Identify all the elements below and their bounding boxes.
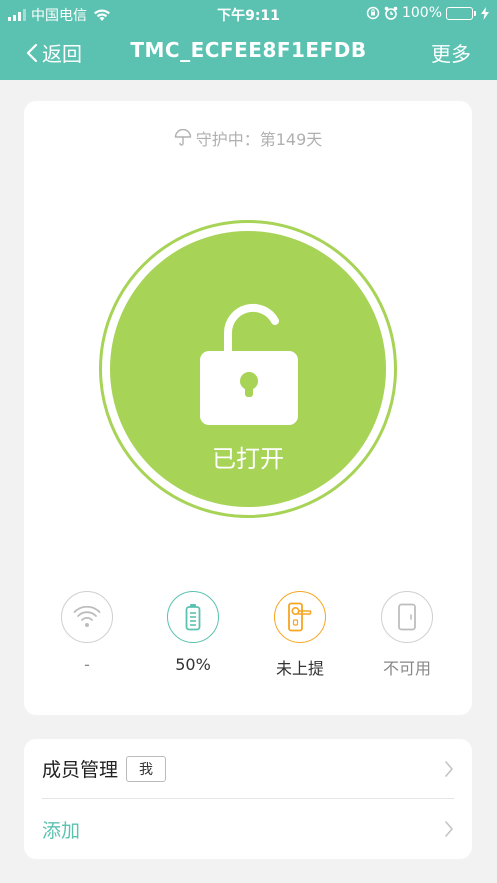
feature-label: 未上提	[275, 659, 324, 678]
feature-label: 不可用	[382, 659, 431, 678]
member-management-row[interactable]: 成员管理 我	[42, 739, 454, 799]
status-right: 100%	[366, 5, 489, 21]
member-management-label: 成员管理	[42, 759, 119, 781]
rotation-lock-icon	[366, 6, 380, 20]
guard-text: 守护中：第149天	[195, 130, 323, 149]
feature-label: 50%	[175, 655, 211, 674]
add-member-label: 添加	[42, 819, 81, 842]
add-member-row[interactable]: 添加	[42, 799, 454, 859]
me-badge: 我	[126, 755, 167, 782]
battery-status-icon	[446, 6, 476, 20]
header: 中国电信 下午9:11 100% 返回 TMC_ECFEE8F1EFDB 更多	[0, 0, 497, 80]
wifi-icon	[73, 606, 101, 627]
feature-row: - 50% 未上提 不可用	[24, 591, 472, 681]
wifi-circle	[61, 591, 113, 643]
chevron-right-icon	[445, 821, 453, 837]
nav-bar: 返回 TMC_ECFEE8F1EFDB 更多	[0, 30, 497, 74]
battery-circle	[167, 591, 219, 643]
guard-status: 守护中：第149天	[24, 126, 472, 150]
chevron-right-icon	[445, 761, 453, 777]
feature-battery[interactable]: 50%	[148, 591, 238, 674]
members-card: 成员管理 我 添加	[24, 739, 472, 859]
feature-label: -	[84, 655, 90, 674]
feature-door[interactable]: 不可用	[362, 591, 452, 679]
alarm-icon	[384, 6, 398, 20]
battery-icon	[185, 604, 201, 631]
status-bar: 中国电信 下午9:11 100%	[0, 0, 497, 26]
feature-wifi[interactable]: -	[42, 591, 132, 674]
lock-circle: 已打开	[110, 231, 386, 507]
page-title: TMC_ECFEE8F1EFDB	[130, 38, 367, 62]
unlocked-padlock-icon	[200, 303, 298, 425]
lock-card: 守护中：第149天 已打开 - 50% 未上提 不可用	[24, 101, 472, 715]
door-circle	[381, 591, 433, 643]
feature-handle[interactable]: 未上提	[255, 591, 345, 679]
door-icon	[398, 603, 416, 631]
umbrella-icon	[174, 129, 191, 146]
charging-icon	[481, 6, 489, 20]
handle-circle	[274, 591, 326, 643]
lock-state-label: 已打开	[212, 445, 284, 473]
lock-toggle-button[interactable]: 已打开	[99, 220, 397, 518]
battery-percent: 100%	[401, 5, 442, 21]
door-handle-icon	[288, 602, 312, 632]
more-button[interactable]: 更多	[431, 38, 471, 67]
